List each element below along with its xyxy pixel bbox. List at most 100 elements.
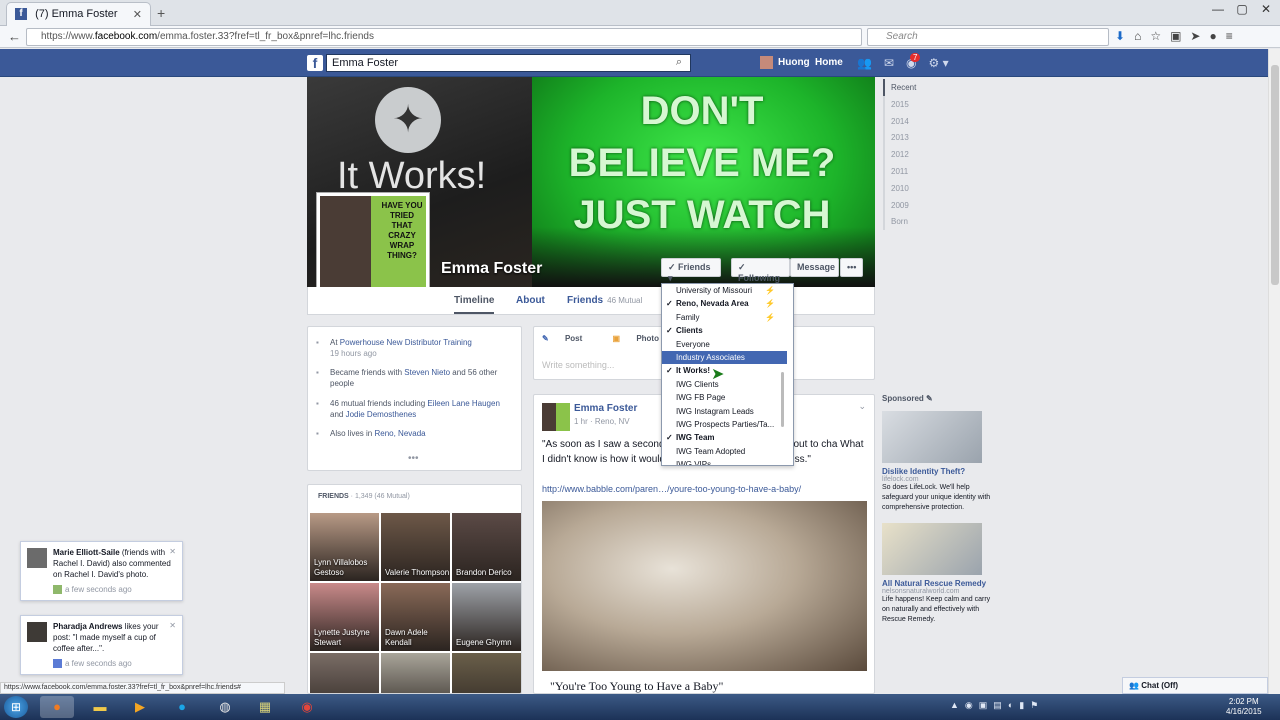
facebook-logo[interactable]: f <box>307 55 323 71</box>
timeline-year-item[interactable]: 2012 <box>885 146 943 163</box>
post-link-title[interactable]: "You're Too Young to Have a Baby" <box>550 679 723 693</box>
following-button[interactable]: ✓ Following <box>731 258 790 283</box>
home-icon[interactable]: ⌂ <box>1134 29 1141 43</box>
browser-tab[interactable]: f (7) Emma Foster ✕ <box>6 2 151 26</box>
chat-sidebar-toggle[interactable]: 👥 Chat (Off) <box>1122 677 1268 694</box>
ad-title[interactable]: All Natural Rescue Remedy <box>882 579 992 588</box>
friend-tile[interactable]: Dawn Adele Kendall <box>381 583 450 651</box>
friend-tile[interactable]: Lynn Villalobos Gestoso <box>310 513 379 581</box>
friends-button[interactable]: ✓ Friends ▾ <box>661 258 721 283</box>
firefox-taskbar-icon[interactable]: ● <box>40 696 74 718</box>
chrome-tray-icon[interactable]: ◉ <box>965 700 973 711</box>
work-link[interactable]: Powerhouse New Distributor Training <box>340 338 472 347</box>
composer-post-tab[interactable]: ✎ Post <box>542 334 596 343</box>
windows-start-icon[interactable]: ⊞ <box>4 696 28 718</box>
tab-about[interactable]: About <box>516 295 545 306</box>
friend-list-option[interactable]: IWG Team Adopted <box>662 445 793 458</box>
friend-list-option[interactable]: IWG FB Page <box>662 391 793 404</box>
friend-list-option[interactable]: Family ⚡ <box>662 311 793 324</box>
bookmark-star-icon[interactable]: ☆ <box>1150 29 1161 43</box>
document-icon[interactable]: ▦ <box>248 696 282 718</box>
more-options-button[interactable]: ••• <box>840 258 863 277</box>
user-profile-link[interactable]: Huong <box>760 56 810 69</box>
volume-tray-icon[interactable]: ◐ <box>1008 700 1013 711</box>
tab-timeline[interactable]: Timeline <box>454 295 495 314</box>
timeline-year-item[interactable]: 2009 <box>885 197 943 214</box>
send-icon[interactable]: ➤ <box>1190 29 1200 43</box>
close-icon[interactable]: ✕ <box>169 546 176 557</box>
friend-list-option[interactable]: IWG Instagram Leads <box>662 405 793 418</box>
address-bar[interactable]: https://www.facebook.com/emma.foster.33?… <box>26 28 862 46</box>
friend-list-option[interactable]: University of Missouri ⚡ <box>662 284 793 297</box>
browser-search-input[interactable]: Search <box>867 28 1109 46</box>
facebook-search-input[interactable]: Emma Foster ⌕ <box>326 54 691 72</box>
mutual-link-2[interactable]: Jodie Demosthenes <box>346 410 417 419</box>
settings-icon[interactable]: ⚙ ▾ <box>929 56 949 70</box>
timeline-year-item[interactable]: 2014 <box>885 113 943 130</box>
timeline-year-item[interactable]: Born <box>885 213 943 230</box>
pdf-tray-icon[interactable]: ▣ <box>979 700 988 711</box>
mutual-link-1[interactable]: Eileen Lane Haugen <box>427 399 500 408</box>
friend-tile[interactable] <box>381 653 450 693</box>
messages-icon[interactable]: ✉ <box>884 56 894 70</box>
notification-toast-2[interactable]: ✕ Pharadja Andrews likes your post: "I m… <box>20 615 183 675</box>
hp-icon[interactable]: ◍ <box>208 696 242 718</box>
media-player-icon[interactable]: ▶ <box>123 696 157 718</box>
download-icon[interactable]: ⬇ <box>1115 29 1125 43</box>
skype-icon[interactable]: ● <box>165 696 199 718</box>
dropdown-scrollbar[interactable] <box>781 372 784 427</box>
battery-tray-icon[interactable]: ▮ <box>1019 700 1024 711</box>
intro-more-button[interactable]: ••• <box>408 453 419 464</box>
chat-icon[interactable]: ● <box>1209 29 1216 43</box>
new-tab-button[interactable]: + <box>157 5 165 21</box>
scrollbar-thumb[interactable] <box>1271 65 1279 285</box>
friend-tile[interactable]: Eugene Ghymn <box>452 583 521 651</box>
post-author[interactable]: Emma Foster <box>574 403 637 414</box>
friend-tile[interactable] <box>310 653 379 693</box>
sponsored-ad[interactable]: All Natural Rescue Remedy nelsonsnaturalw… <box>882 523 992 625</box>
menu-icon[interactable]: ≡ <box>1226 29 1233 43</box>
friend-requests-icon[interactable]: 👥 <box>857 56 872 70</box>
network-tray-icon[interactable]: ▤ <box>993 700 1002 711</box>
friend-tile[interactable]: Valerie Thompson <box>381 513 450 581</box>
notification-toast-1[interactable]: ✕ Marie Elliott-Saile (friends with Rach… <box>20 541 183 601</box>
clipboard-icon[interactable]: ▣ <box>1170 29 1181 43</box>
chevron-down-icon[interactable]: ⌄ <box>858 401 866 412</box>
home-link[interactable]: Home <box>815 57 843 68</box>
search-icon[interactable]: ⌕ <box>676 56 682 69</box>
post-avatar[interactable] <box>542 403 570 431</box>
post-image[interactable] <box>542 501 867 671</box>
post-link[interactable]: http://www.babble.com/paren…/youre-too-y… <box>542 484 801 494</box>
friend-list-option[interactable]: ✓ Reno, Nevada Area ⚡ <box>662 297 793 310</box>
timeline-year-item[interactable]: 2015 <box>885 96 943 113</box>
close-tab-icon[interactable]: ✕ <box>133 8 142 21</box>
friend-list-option[interactable]: Everyone <box>662 338 793 351</box>
friend-list-option[interactable]: Industry Associates <box>662 350 787 365</box>
back-arrow-icon[interactable]: ← <box>8 29 21 44</box>
chrome-icon[interactable]: ◉ <box>290 696 324 718</box>
close-window-button[interactable]: ✕ <box>1256 2 1276 18</box>
lives-link[interactable]: Reno, Nevada <box>374 429 425 438</box>
tab-friends[interactable]: Friends 46 Mutual <box>567 295 642 306</box>
ad-image[interactable] <box>882 411 982 463</box>
profile-name[interactable]: Emma Foster <box>441 260 542 278</box>
close-icon[interactable]: ✕ <box>169 620 176 631</box>
show-hidden-icons-icon[interactable]: ▲ <box>950 700 959 711</box>
ad-choices-icon[interactable]: ✎ <box>926 394 933 403</box>
timeline-year-item[interactable]: Recent <box>883 79 943 96</box>
friend-list-option[interactable]: ✓ It Works! <box>662 364 793 377</box>
timeline-year-item[interactable]: 2010 <box>885 180 943 197</box>
ad-title[interactable]: Dislike Identity Theft? <box>882 467 992 476</box>
file-explorer-icon[interactable]: ▬ <box>83 696 117 718</box>
friend-list-option[interactable]: IWG Clients <box>662 378 793 391</box>
maximize-button[interactable]: ▢ <box>1232 2 1252 18</box>
timeline-year-item[interactable]: 2013 <box>885 129 943 146</box>
friends-link[interactable]: Steven Nieto <box>404 368 450 377</box>
system-clock[interactable]: 2:02 PM 4/16/2015 <box>1226 697 1262 717</box>
friend-list-option[interactable]: IWG Prospects Parties/Ta... <box>662 418 793 431</box>
ad-image[interactable] <box>882 523 982 575</box>
message-button[interactable]: Message <box>790 258 839 277</box>
friend-list-option[interactable]: IWG VIPs <box>662 458 793 465</box>
friend-tile[interactable]: Lynette Justyne Stewart <box>310 583 379 651</box>
friend-list-option[interactable]: ✓ IWG Team <box>662 431 793 444</box>
